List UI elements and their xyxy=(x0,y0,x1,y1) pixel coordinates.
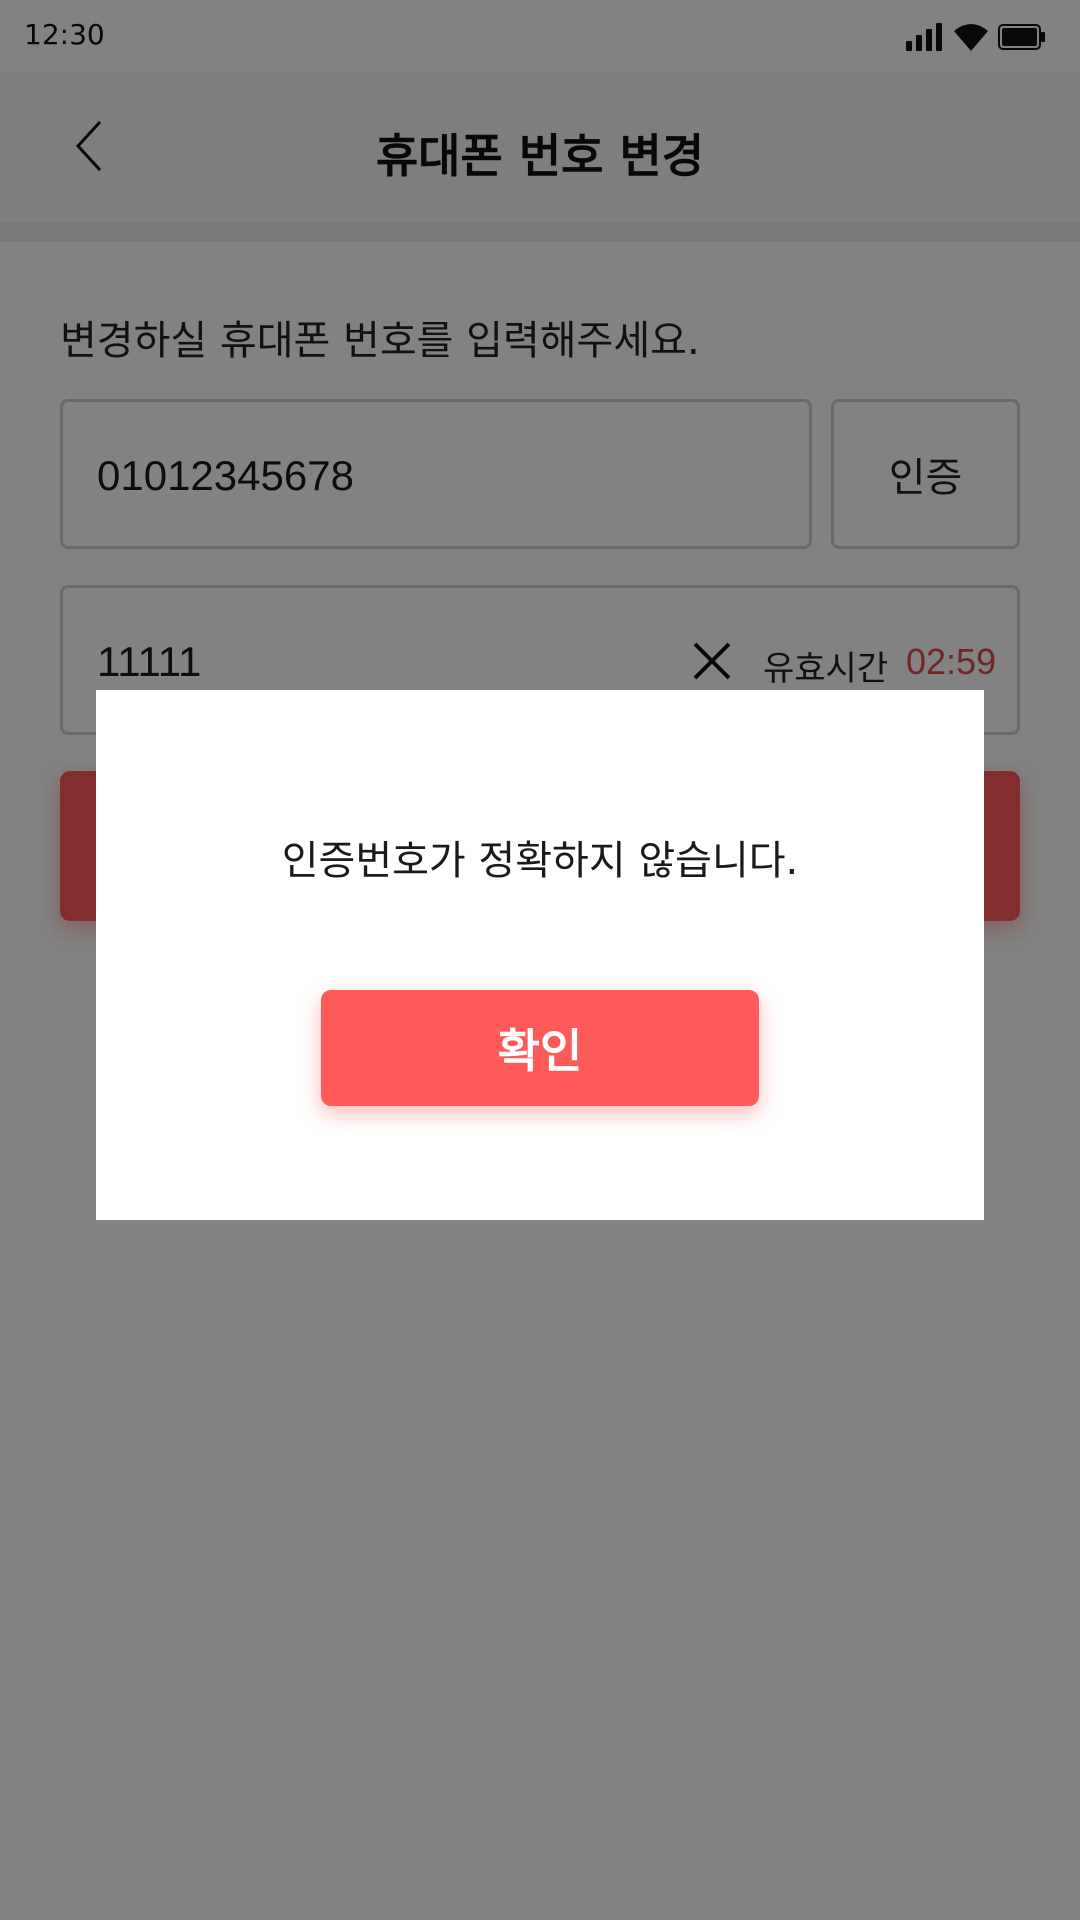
confirm-button[interactable]: 확인 xyxy=(321,990,759,1106)
dialog-message: 인증번호가 정확하지 않습니다. xyxy=(281,838,799,884)
error-dialog: 인증번호가 정확하지 않습니다. 확인 xyxy=(96,690,984,1220)
